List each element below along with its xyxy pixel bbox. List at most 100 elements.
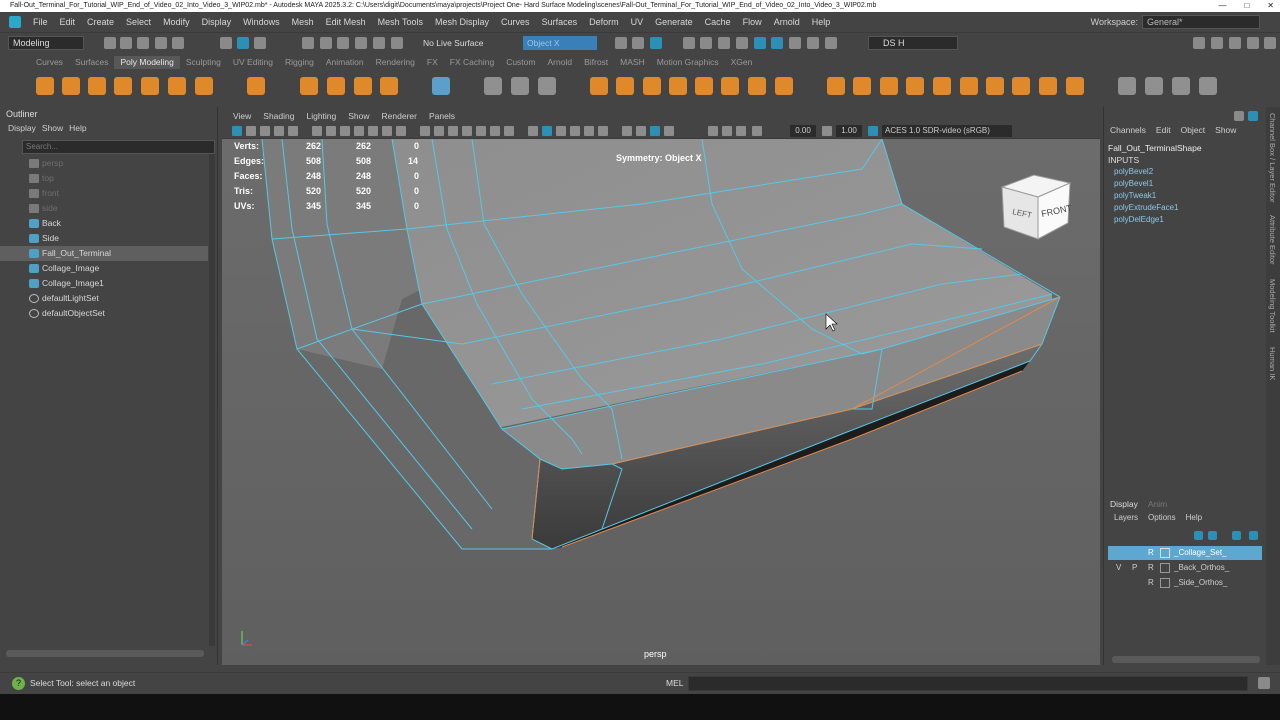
live-surface-label[interactable]: No Live Surface xyxy=(423,36,483,50)
menu-modify[interactable]: Modify xyxy=(157,12,196,32)
playblast-icon[interactable] xyxy=(722,126,732,136)
redo-icon[interactable] xyxy=(172,37,184,49)
hypershade-icon[interactable] xyxy=(754,37,766,49)
poly-cylinder-icon[interactable] xyxy=(88,77,106,95)
outliner-item-back[interactable]: Back xyxy=(0,216,208,231)
outliner-vertical-scrollbar[interactable] xyxy=(209,154,215,646)
snap-grid-icon[interactable] xyxy=(302,37,314,49)
layer-reference-toggle[interactable]: R xyxy=(1148,546,1154,560)
render-settings-icon[interactable] xyxy=(736,37,748,49)
menu-generate[interactable]: Generate xyxy=(649,12,699,32)
super-shape-icon[interactable] xyxy=(327,77,345,95)
channel-box-menu-channels[interactable]: Channels xyxy=(1110,125,1146,135)
channel-box-icon[interactable] xyxy=(1247,37,1259,49)
viewport-menu-shading[interactable]: Shading xyxy=(258,109,299,123)
outliner-item-collage-image[interactable]: Collage_Image xyxy=(0,261,208,276)
menu-mesh[interactable]: Mesh xyxy=(286,12,320,32)
viewport-menu-lighting[interactable]: Lighting xyxy=(301,109,341,123)
xray-active-icon[interactable] xyxy=(708,126,718,136)
layer-name[interactable]: _Back_Orthos_ xyxy=(1174,561,1229,575)
side-tab-human-ik[interactable]: Human IK xyxy=(1268,347,1277,380)
boolean-difference-icon[interactable] xyxy=(695,77,713,95)
select-hierarchy-icon[interactable] xyxy=(220,37,232,49)
render-frame-icon[interactable] xyxy=(700,37,712,49)
color-management-icon[interactable] xyxy=(868,126,878,136)
shelf-tab-fx[interactable]: FX xyxy=(421,56,444,69)
exposure-icon[interactable] xyxy=(752,126,762,136)
shelf-tab-arnold[interactable]: Arnold xyxy=(541,56,578,69)
channel-box-menu-edit[interactable]: Edit xyxy=(1156,125,1171,135)
outliner-item-persp[interactable]: persp xyxy=(0,156,208,171)
insert-edge-loop-icon[interactable] xyxy=(1145,77,1163,95)
viewport-menu-view[interactable]: View xyxy=(228,109,256,123)
bevel-icon[interactable] xyxy=(906,77,924,95)
input-node-poly-extrude-face1[interactable]: polyExtrudeFace1 xyxy=(1114,203,1178,212)
outliner-item-fall-out-terminal[interactable]: Fall_Out_Terminal xyxy=(0,246,208,261)
outliner-search-input[interactable]: Search... xyxy=(22,140,215,154)
layer-editor-toggle-icon[interactable] xyxy=(1248,111,1258,121)
triangle-count-icon[interactable] xyxy=(538,77,556,95)
collapse-icon[interactable] xyxy=(986,77,1004,95)
snap-plane-icon[interactable] xyxy=(355,37,367,49)
layer-row-collage-set[interactable]: R _Collage_Set_ xyxy=(1108,546,1262,560)
shelf-tab-animation[interactable]: Animation xyxy=(320,56,370,69)
bookmarks-icon[interactable] xyxy=(274,126,284,136)
viewport-menu-renderer[interactable]: Renderer xyxy=(377,109,422,123)
hud-icon[interactable] xyxy=(434,126,444,136)
menu-curves[interactable]: Curves xyxy=(495,12,536,32)
snap-surface-icon[interactable] xyxy=(373,37,385,49)
close-button[interactable]: ✕ xyxy=(1267,0,1274,12)
input-node-poly-bevel2[interactable]: polyBevel2 xyxy=(1114,167,1153,176)
shelf-tab-surfaces[interactable]: Surfaces xyxy=(69,56,115,69)
new-scene-icon[interactable] xyxy=(104,37,116,49)
menu-select[interactable]: Select xyxy=(120,12,157,32)
field-chart-icon[interactable] xyxy=(368,126,378,136)
side-tab-channel-box[interactable]: Channel Box / Layer Editor xyxy=(1268,113,1277,203)
outliner-menu-help[interactable]: Help xyxy=(69,121,86,135)
extract-icon[interactable] xyxy=(748,77,766,95)
input-node-poly-tweak1[interactable]: polyTweak1 xyxy=(1114,191,1156,200)
mirror-icon[interactable] xyxy=(511,77,529,95)
layer-menu-options[interactable]: Options xyxy=(1148,511,1176,525)
ipr-render-icon[interactable] xyxy=(718,37,730,49)
channel-box-menu-object[interactable]: Object xyxy=(1181,125,1206,135)
outliner-menu-display[interactable]: Display xyxy=(8,121,36,135)
camera-attributes-icon[interactable] xyxy=(260,126,270,136)
poly-torus-icon[interactable] xyxy=(141,77,159,95)
outliner-item-collage-image1[interactable]: Collage_Image1 xyxy=(0,276,208,291)
default-material-icon[interactable] xyxy=(528,126,538,136)
input-node-poly-del-edge1[interactable]: polyDelEdge1 xyxy=(1114,215,1164,224)
snap-curve-icon[interactable] xyxy=(320,37,332,49)
lock-camera-icon[interactable] xyxy=(246,126,256,136)
type-tool-icon[interactable] xyxy=(354,77,372,95)
sweep-mesh-icon[interactable] xyxy=(300,77,318,95)
wireframe-on-shaded-icon[interactable] xyxy=(542,126,552,136)
script-editor-icon[interactable] xyxy=(1258,677,1270,689)
use-all-lights-icon[interactable] xyxy=(570,126,580,136)
bridge-icon[interactable] xyxy=(853,77,871,95)
select-component-icon[interactable] xyxy=(254,37,266,49)
svg-tool-icon[interactable] xyxy=(380,77,398,95)
fill-hole-icon[interactable] xyxy=(775,77,793,95)
arnold-render-icon[interactable] xyxy=(771,37,783,49)
grid-icon[interactable] xyxy=(420,126,430,136)
new-layer-selected-icon[interactable] xyxy=(1249,531,1258,540)
menu-flow[interactable]: Flow xyxy=(737,12,768,32)
extrude-icon[interactable] xyxy=(827,77,845,95)
layer-reference-toggle[interactable]: R xyxy=(1148,561,1154,575)
connect-icon[interactable] xyxy=(1199,77,1217,95)
tool-settings-icon[interactable] xyxy=(1229,37,1241,49)
multi-cut-icon[interactable] xyxy=(1118,77,1136,95)
outliner-item-side-camera[interactable]: side xyxy=(0,201,208,216)
layer-name[interactable]: _Side_Orthos_ xyxy=(1174,576,1227,590)
history-icon[interactable] xyxy=(615,37,627,49)
outliner-item-default-object-set[interactable]: defaultObjectSet xyxy=(0,306,208,321)
attribute-editor-icon[interactable] xyxy=(1211,37,1223,49)
menu-set-dropdown[interactable]: Modeling xyxy=(8,36,84,50)
shelf-tab-uv-editing[interactable]: UV Editing xyxy=(227,56,279,69)
shelf-tab-rigging[interactable]: Rigging xyxy=(279,56,320,69)
circularize-icon[interactable] xyxy=(960,77,978,95)
viewport-menu-show[interactable]: Show xyxy=(343,109,374,123)
layer-horizontal-scrollbar[interactable] xyxy=(1112,656,1260,663)
menu-edit-mesh[interactable]: Edit Mesh xyxy=(320,12,372,32)
